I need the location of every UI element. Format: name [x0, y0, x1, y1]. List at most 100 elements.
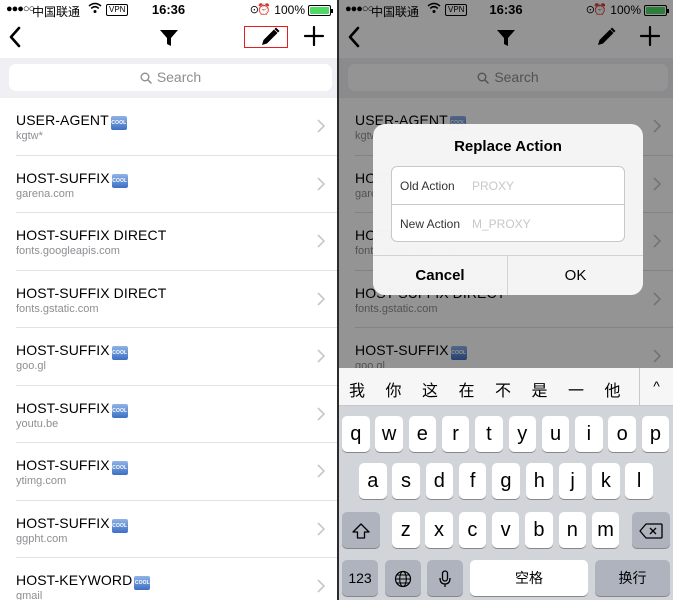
key-g[interactable]: g: [492, 463, 520, 499]
key-j[interactable]: j: [558, 463, 587, 499]
cancel-button[interactable]: Cancel: [373, 256, 508, 295]
cool-emoji-icon: COOL: [111, 346, 128, 360]
key-k[interactable]: k: [592, 463, 620, 499]
rule-row[interactable]: HOST-SUFFIX COOL youtu.be: [16, 386, 337, 443]
add-plus-icon[interactable]: [303, 25, 325, 52]
chevron-right-icon: [317, 176, 326, 196]
candidate-word[interactable]: 这: [422, 377, 438, 401]
candidate-word[interactable]: 他: [605, 377, 621, 401]
numbers-key[interactable]: 123: [342, 560, 378, 596]
chevron-right-icon: [317, 234, 326, 253]
key-c[interactable]: c: [458, 512, 487, 548]
rule-row[interactable]: HOST-SUFFIX DIRECT fonts.googleapis.com: [16, 213, 337, 271]
ok-button[interactable]: OK: [508, 256, 643, 295]
old-action-input[interactable]: PROXY: [472, 179, 514, 193]
chevron-right-icon: [317, 349, 326, 368]
key-r[interactable]: r: [441, 416, 470, 452]
edit-pencil-icon[interactable]: [259, 26, 281, 53]
key-w[interactable]: w: [375, 416, 403, 452]
dialog-buttons: Cancel OK: [373, 255, 643, 295]
alarm-icon: ⏰: [257, 4, 271, 16]
space-key[interactable]: 空格: [470, 560, 588, 596]
cool-emoji-icon: COOL: [111, 173, 128, 188]
rule-row[interactable]: USER-AGENT COOL kgtw*: [16, 98, 337, 156]
key-z[interactable]: z: [392, 512, 420, 548]
cool-emoji-icon: COOL: [134, 576, 151, 590]
rule-title: HOST-SUFFIXCOOL: [16, 342, 128, 360]
key-m[interactable]: m: [591, 512, 620, 548]
old-action-label: Old Action: [400, 179, 455, 193]
rule-title: USER-AGENT COOL: [16, 112, 127, 130]
mic-key[interactable]: [427, 560, 463, 596]
rule-title: HOST-SUFFIXCOOL: [16, 400, 128, 418]
old-action-field[interactable]: Old Action PROXY: [392, 167, 624, 204]
cool-emoji-icon: COOL: [111, 518, 128, 533]
new-action-field[interactable]: New Action M_PROXY: [392, 204, 624, 241]
key-t[interactable]: t: [475, 416, 503, 452]
cool-emoji-icon: COOL: [111, 461, 128, 475]
key-d[interactable]: d: [425, 463, 454, 499]
rule-row[interactable]: HOST-SUFFIX COOL ggpht.com: [16, 501, 337, 558]
rule-title: HOST-SUFFIXCOOL: [16, 457, 128, 475]
expand-candidates-icon[interactable]: ^: [639, 368, 673, 405]
chevron-right-icon: [317, 406, 326, 426]
filter-icon[interactable]: [159, 28, 179, 53]
right-screen: ●●●○○ 中国联通 VPN 16:36 ⊙ ⏰ 100% Search USER-AGENT C…: [339, 0, 673, 600]
rule-value: fonts.googleapis.com: [16, 245, 120, 257]
globe-key[interactable]: [385, 560, 421, 596]
cool-emoji-icon: COOL: [110, 116, 127, 130]
rule-type: HOST-SUFFIX: [16, 457, 110, 473]
key-e[interactable]: e: [408, 416, 437, 452]
candidate-word[interactable]: 一: [568, 377, 584, 401]
battery-percentage: 100%: [274, 3, 305, 17]
rule-row[interactable]: HOST-SUFFIX COOL ytimg.com: [16, 443, 337, 501]
candidate-bar: 我你这在不是一他 ^: [339, 368, 673, 406]
status-bar: ●●●○○ 中国联通 VPN 16:36 ⊙ ⏰ 100%: [0, 0, 337, 20]
keyboard: 我你这在不是一他 ^ q w e r t y u i o p a s d f g h j k l z x c v b n m 123 空格…: [339, 368, 673, 600]
key-q[interactable]: q: [342, 416, 370, 452]
candidate-word[interactable]: 你: [386, 377, 402, 401]
nav-bar: [0, 20, 337, 58]
search-icon: [140, 69, 157, 85]
back-chevron-icon[interactable]: [8, 26, 22, 53]
rule-type: HOST-KEYWORD: [16, 572, 133, 588]
rule-row[interactable]: HOST-KEYWORD COOL gmail: [16, 558, 337, 600]
key-f[interactable]: f: [458, 463, 487, 499]
key-o[interactable]: o: [608, 416, 636, 452]
rule-value: goo.gl: [16, 360, 46, 372]
shift-key[interactable]: [342, 512, 380, 548]
candidate-word[interactable]: 我: [349, 377, 365, 401]
chevron-right-icon: [317, 579, 326, 598]
rule-title: HOST-KEYWORD COOL: [16, 572, 151, 590]
rule-title: HOST-SUFFIXCOOL: [16, 515, 128, 533]
key-p[interactable]: p: [641, 416, 670, 452]
shift-icon: [352, 523, 370, 539]
key-h[interactable]: h: [525, 463, 553, 499]
new-action-input[interactable]: M_PROXY: [472, 217, 531, 231]
key-n[interactable]: n: [558, 512, 586, 548]
delete-key[interactable]: [632, 512, 670, 548]
key-l[interactable]: l: [625, 463, 653, 499]
key-a[interactable]: a: [359, 463, 387, 499]
key-s[interactable]: s: [392, 463, 420, 499]
replace-action-dialog: Replace Action Old Action PROXY New Action M…: [373, 124, 643, 295]
candidate-word[interactable]: 不: [495, 377, 511, 401]
candidate-word[interactable]: 是: [532, 377, 548, 401]
rule-value: ggpht.com: [16, 532, 68, 545]
key-x[interactable]: x: [425, 512, 453, 548]
key-y[interactable]: y: [508, 416, 536, 452]
key-b[interactable]: b: [525, 512, 553, 548]
key-v[interactable]: v: [491, 512, 520, 548]
rule-row[interactable]: HOST-SUFFIXCOOLgarena.com: [16, 156, 337, 213]
search-input[interactable]: Search: [9, 64, 332, 91]
rule-row[interactable]: HOST-SUFFIX DIRECTfonts.gstatic.com: [16, 271, 337, 328]
chevron-right-icon: [317, 521, 326, 541]
rule-list: USER-AGENTCOOLkgtw*HOST-SUFFIXCOOLgarena…: [0, 98, 337, 600]
key-u[interactable]: u: [541, 416, 570, 452]
rule-title: HOST-SUFFIX DIRECT: [16, 285, 166, 301]
key-i[interactable]: i: [575, 416, 603, 452]
rule-type: HOST-SUFFIX: [16, 514, 110, 531]
rule-row[interactable]: HOST-SUFFIX COOL goo.gl: [16, 328, 337, 386]
return-key[interactable]: 换行: [595, 560, 670, 596]
candidate-word[interactable]: 在: [459, 377, 475, 401]
